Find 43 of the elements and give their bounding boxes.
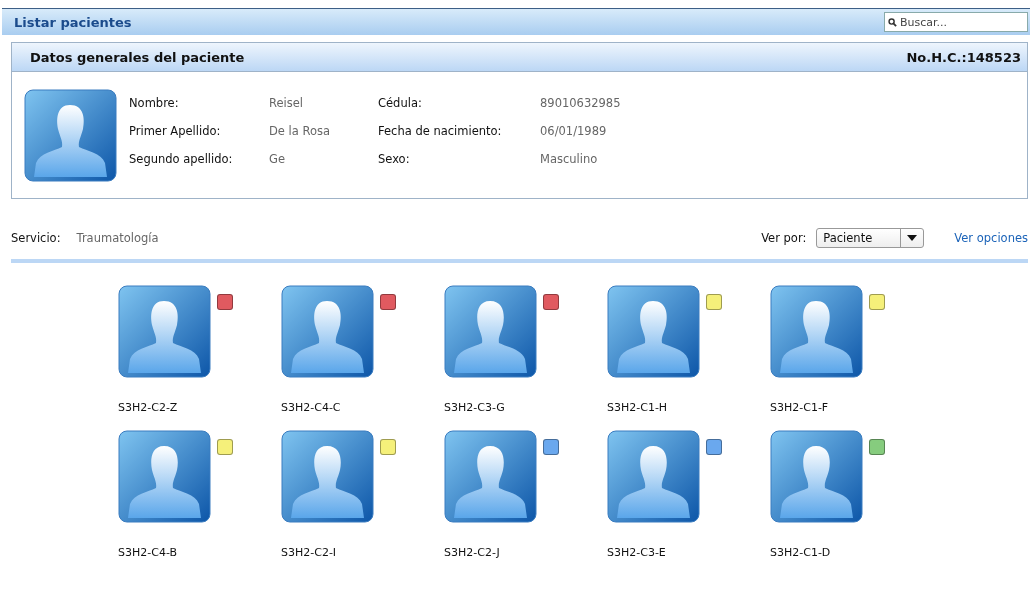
field-value: Masculino: [540, 152, 599, 166]
bed-label: S3H2-C4-B: [118, 546, 178, 559]
field-value: De la Rosa: [269, 124, 332, 138]
field-value: Ge: [269, 152, 286, 166]
bed-label: S3H2-C2-J: [444, 546, 500, 559]
field-value: Reisel: [269, 96, 304, 110]
patient-avatar-icon[interactable]: [770, 430, 863, 523]
avatar-icon: [24, 89, 117, 182]
bed-label: S3H2-C1-H: [607, 401, 668, 414]
record-number: No.H.C.:148523: [906, 49, 1021, 65]
patient-avatar-icon[interactable]: [607, 430, 700, 523]
field-label: Segundo apellido:: [129, 152, 234, 166]
field-label: Cédula:: [378, 96, 423, 110]
patient-avatar-icon[interactable]: [444, 285, 537, 378]
view-by-dropdown[interactable]: Paciente: [816, 228, 925, 248]
bed-label: S3H2-C2-I: [281, 546, 337, 559]
patient-avatar-icon[interactable]: [770, 285, 863, 378]
field-label: Sexo:: [378, 152, 411, 166]
page-title: Listar pacientes: [14, 14, 132, 30]
field-label: Nombre:: [129, 96, 180, 110]
patient-avatar-icon[interactable]: [281, 285, 374, 378]
search-field[interactable]: Buscar...: [884, 12, 1028, 32]
view-by-label: Ver por:: [761, 231, 807, 245]
options-link[interactable]: Ver opciones: [954, 231, 1028, 245]
field-value: 89010632985: [540, 96, 621, 110]
service-label: Servicio:: [11, 231, 61, 245]
patient-avatar-icon[interactable]: [607, 285, 700, 378]
patient-avatar-icon[interactable]: [118, 430, 211, 523]
field-label: Fecha de nacimiento:: [378, 124, 503, 138]
caret-icon: [907, 235, 918, 241]
patient-avatar-icon[interactable]: [281, 430, 374, 523]
field-label: Primer Apellido:: [129, 124, 222, 138]
patient-avatar-icon[interactable]: [444, 430, 537, 523]
panel-title: Datos generales del paciente: [30, 49, 245, 65]
field-value: 06/01/1989: [540, 124, 608, 138]
bed-label: S3H2-C2-Z: [118, 401, 178, 414]
bed-label: S3H2-C3-G: [444, 401, 505, 414]
bed-label: S3H2-C1-D: [770, 546, 831, 559]
service-value: Traumatología: [76, 231, 159, 245]
bed-label: S3H2-C3-E: [607, 546, 666, 559]
bed-label: S3H2-C4-C: [281, 401, 341, 414]
patient-avatar-icon[interactable]: [118, 285, 211, 378]
bed-label: S3H2-C1-F: [770, 401, 829, 414]
